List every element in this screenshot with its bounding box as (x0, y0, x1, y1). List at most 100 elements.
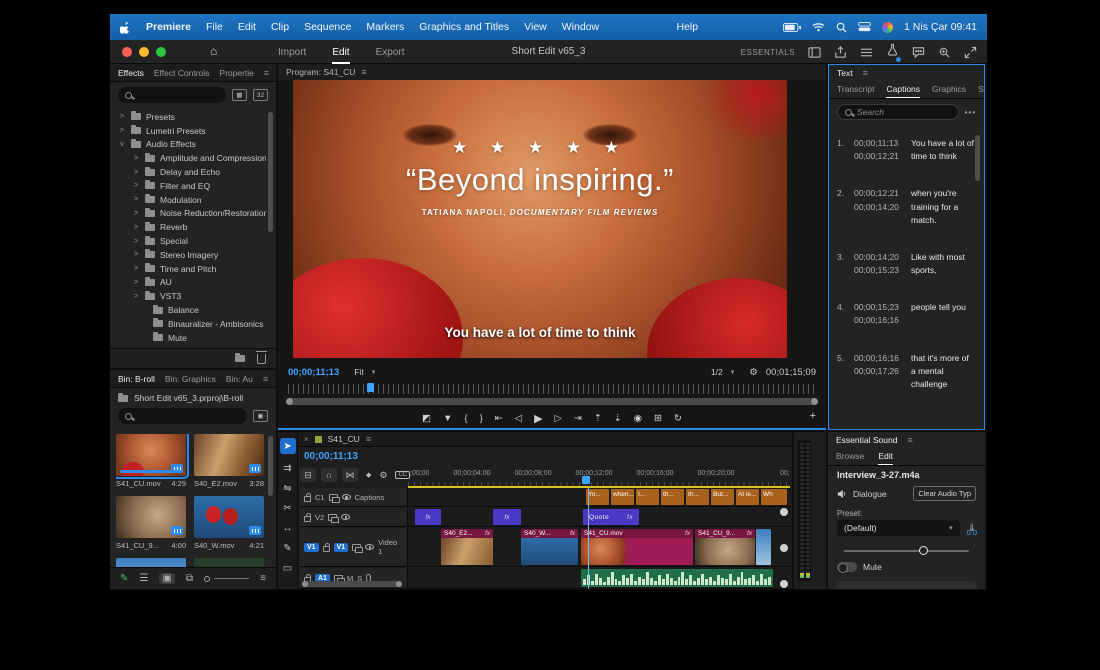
accelerated-effects-filter-icon[interactable]: ▦ (232, 89, 247, 101)
tree-arrow-icon[interactable]: > (132, 182, 140, 189)
extract-icon[interactable]: ⇣ (614, 413, 622, 424)
add-marker-icon[interactable]: ◆ (366, 471, 371, 479)
effects-tree-row[interactable]: > Presets (114, 110, 266, 124)
effects-tree-row[interactable]: v Audio Effects (114, 138, 266, 152)
graphic-clip[interactable]: Quote fx (583, 509, 639, 525)
v1-track-header[interactable]: V1 V1 Video 1 (300, 528, 408, 566)
menu-item[interactable]: Graphics and Titles (419, 21, 509, 33)
go-to-out-icon[interactable]: ⇥ (574, 413, 582, 424)
timeline-timecode[interactable]: 00;00;11;13 (304, 451, 358, 462)
caption-text[interactable]: when you're training for a match. (911, 187, 974, 227)
effects-tree-row[interactable]: > Filter and EQ (114, 179, 266, 193)
app-status-icon[interactable] (882, 21, 894, 33)
thumbnail-view-icon[interactable]: ▣ (159, 573, 175, 584)
sequence-tab[interactable]: × S41_CU ≡ (298, 432, 792, 447)
effects-tree-row[interactable]: Balance (114, 303, 266, 317)
menu-item-help[interactable]: Help (676, 21, 698, 33)
menu-item[interactable]: Clip (271, 21, 289, 33)
multi-camera-icon[interactable]: ⊞ (654, 413, 662, 424)
zoom-window-button[interactable] (156, 47, 166, 57)
ripple-edit-tool[interactable]: ⇋ (283, 483, 291, 494)
caption-clip[interactable]: At le... (736, 489, 759, 505)
caption-timecodes[interactable]: 00;00;16;16 00;00;17;26 (854, 352, 904, 392)
caption-clip[interactable]: But... (711, 489, 734, 505)
text-panel-title[interactable]: Text (837, 68, 853, 78)
panel-menu-icon[interactable]: ≡ (863, 68, 868, 78)
audio-clip[interactable] (581, 569, 773, 587)
panel-menu-icon[interactable]: ≡ (366, 434, 371, 444)
wifi-icon[interactable] (812, 22, 825, 32)
bin-search-input[interactable] (118, 408, 247, 424)
essential-sound-title[interactable]: Essential Sound (836, 435, 897, 445)
delete-icon[interactable] (256, 350, 267, 364)
program-monitor-title[interactable]: Program: S41_CU (286, 67, 355, 77)
timeline-ruler[interactable]: ;00;00 00;00;04;00 00;00;08;00 00;00;12;00 0… (408, 468, 790, 486)
collapsed-section[interactable] (836, 581, 977, 589)
bin-path[interactable]: Short Edit v65_3.prproj\B-roll (134, 393, 243, 403)
tree-arrow-icon[interactable]: > (132, 265, 140, 272)
current-timecode[interactable]: 00;00;11;13 (288, 367, 339, 378)
clip-thumbnail[interactable] (116, 496, 186, 538)
essential-sound-tab[interactable]: Edit (878, 448, 893, 465)
menu-item[interactable]: View (524, 21, 547, 33)
caption-timecodes[interactable]: 00;00;12;21 00;00;14;20 (854, 187, 904, 227)
fullscreen-icon[interactable] (964, 46, 977, 59)
S40_W.mov[interactable]: S40_W.mov 4:21 (194, 496, 264, 550)
caption-clip[interactable]: when... (611, 489, 634, 505)
panel-tab[interactable]: Effect Controls (154, 68, 210, 78)
effects-scrollbar[interactable] (268, 112, 273, 232)
new-custom-bin-icon[interactable] (235, 353, 245, 362)
menu-item[interactable]: Markers (366, 21, 404, 33)
bin-scrollbar[interactable] (268, 436, 273, 496)
bin-clip-item[interactable] (116, 558, 186, 567)
workspace-label[interactable]: ESSENTIALS (741, 48, 795, 57)
effects-tree-row[interactable]: > Amplitude and Compression (114, 151, 266, 165)
tree-arrow-icon[interactable]: > (132, 251, 140, 258)
track-target-v1[interactable]: V1 (333, 542, 349, 552)
tree-arrow-icon[interactable]: > (132, 224, 140, 231)
caption-list-item[interactable]: 4. 00;00;15;23 00;00;16;16 people tell yo… (837, 301, 974, 327)
sync-lock-icon[interactable] (328, 493, 340, 503)
effects-tree-row[interactable]: Mute (114, 331, 266, 345)
slip-tool[interactable]: ↔ (283, 523, 293, 534)
bit-depth-filter-icon[interactable]: 32 (253, 89, 268, 101)
clip-thumbnail[interactable] (194, 558, 264, 567)
caption-clip[interactable]: th... (686, 489, 709, 505)
effects-tree-row[interactable]: > Modulation (114, 193, 266, 207)
more-options-icon[interactable]: ••• (965, 108, 976, 117)
header-nav-item[interactable]: Import (278, 47, 306, 58)
audio-meter[interactable] (797, 440, 811, 581)
source-patch-v1[interactable]: V1 (304, 542, 319, 552)
lift-icon[interactable]: ⇡ (594, 413, 602, 424)
effects-tree-row[interactable]: > Special (114, 234, 266, 248)
slider-knob[interactable] (919, 546, 928, 555)
clear-audio-type-button[interactable]: Clear Audio Typ (913, 486, 976, 501)
share-export-icon[interactable] (834, 45, 847, 59)
playback-resolution-dropdown[interactable]: 1/2 ▾ (703, 364, 742, 380)
caption-text[interactable]: that it's more of a mental challenge (911, 352, 974, 392)
home-icon[interactable]: ⌂ (210, 44, 217, 58)
sync-lock-icon[interactable] (328, 513, 340, 523)
effects-tree-row[interactable]: Binauralizer - Ambisonics (114, 317, 266, 331)
effects-tree-row[interactable]: > AU (114, 276, 266, 290)
pen-tool[interactable]: ✎ (283, 543, 291, 554)
tree-arrow-icon[interactable]: > (118, 113, 126, 120)
thumbnail-size-slider[interactable] (203, 575, 250, 582)
battery-icon[interactable] (783, 22, 802, 32)
minimize-window-button[interactable] (139, 47, 149, 57)
text-subtab[interactable]: S4 (978, 81, 984, 98)
captions-scrollbar[interactable] (975, 135, 980, 181)
header-nav-item[interactable]: Edit (332, 40, 350, 64)
effects-search-input[interactable] (118, 87, 226, 103)
panel-menu-icon[interactable]: ≡ (907, 435, 912, 445)
timeline-vertical-scrollbar[interactable] (780, 508, 788, 588)
effects-tree-row[interactable]: > Time and Pitch (114, 262, 266, 276)
caption-timecodes[interactable]: 00;00;15;23 00;00;16;16 (854, 301, 904, 327)
effects-tree-row[interactable]: > Noise Reduction/Restoration (114, 207, 266, 221)
caption-timecodes[interactable]: 00;00;11;13 00;00;12;21 (854, 137, 904, 163)
timeline-horizontal-scrollbar[interactable] (302, 581, 402, 587)
program-mini-timeline[interactable] (288, 383, 816, 394)
snap-icon[interactable]: ∩ (321, 468, 337, 482)
razor-tool[interactable]: ✂ (283, 503, 291, 514)
step-forward-icon[interactable]: ▷ (555, 413, 562, 424)
